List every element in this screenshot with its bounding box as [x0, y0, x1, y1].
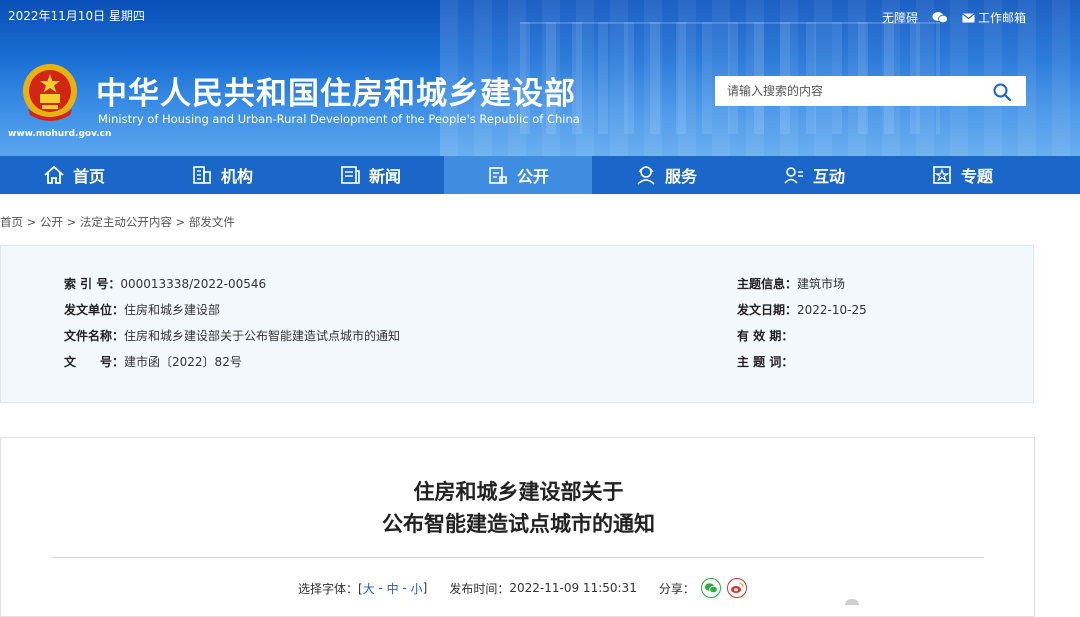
info-date-label: 发文日期： — [737, 303, 798, 317]
nav-item-interaction[interactable]: 互动 — [740, 156, 888, 194]
nav-item-news[interactable]: 新闻 — [296, 156, 444, 194]
info-filename: 文件名称：住房和城乡建设部关于公布智能建造试点城市的通知 — [64, 327, 400, 344]
nav-item-topic[interactable]: 专题 — [888, 156, 1036, 194]
info-issuer-label: 发文单位： — [64, 303, 125, 317]
font-size-medium[interactable]: 中 — [387, 580, 399, 597]
search-input[interactable] — [725, 77, 989, 105]
scroll-indicator — [845, 599, 859, 605]
accessibility-link[interactable]: 无障碍 — [882, 9, 918, 26]
info-valid: 有 效 期： — [737, 327, 793, 344]
font-size-large[interactable]: 大 — [363, 580, 375, 597]
national-emblem-icon — [23, 64, 77, 121]
publish-time: 2022-11-09 11:50:31 — [509, 581, 637, 595]
info-topic-value: 建筑市场 — [797, 277, 846, 291]
info-date: 发文日期：2022-10-25 — [737, 301, 867, 318]
breadcrumb[interactable]: 首页 > 公开 > 法定主动公开内容 > 部发文件 — [0, 214, 235, 230]
info-topic-label: 主题信息： — [737, 277, 798, 291]
wechat-icon[interactable] — [932, 11, 948, 24]
current-date: 2022年11月10日 星期四 — [8, 9, 145, 23]
building-icon — [193, 166, 211, 184]
site-title[interactable]: 中华人民共和国住房和城乡建设部 — [96, 68, 576, 113]
service-icon — [637, 166, 655, 185]
info-filename-value: 住房和城乡建设部关于公布智能建造试点城市的通知 — [124, 329, 401, 343]
topic-icon — [933, 166, 951, 184]
info-keyword: 主 题 词： — [737, 353, 793, 370]
mail-label: 工作邮箱 — [977, 11, 1026, 25]
nav-label-news: 新闻 — [368, 167, 401, 186]
document-info-box: 索 引 号：000013338/2022-00546 发文单位：住房和城乡建设部… — [0, 245, 1034, 403]
article-meta: 选择字体：[ 大 - 中 - 小 ] 发布时间： 2022-11-09 11:5… — [298, 578, 747, 598]
site-subtitle: Ministry of Housing and Urban-Rural Deve… — [98, 112, 580, 126]
nav-label-organization: 机构 — [220, 167, 253, 186]
info-index-label: 索 引 号： — [64, 277, 121, 291]
font-size-small[interactable]: 小 — [411, 580, 423, 597]
search-box — [715, 76, 1026, 106]
nav-item-organization[interactable]: 机构 — [148, 156, 296, 194]
article-panel: 住房和城乡建设部关于 公布智能建造试点城市的通知 选择字体：[ 大 - 中 - … — [0, 437, 1035, 617]
info-topic: 主题信息：建筑市场 — [737, 275, 845, 292]
share-wechat-icon[interactable] — [700, 578, 721, 598]
top-links: 无障碍 工作邮箱 — [882, 9, 1026, 26]
home-icon — [44, 165, 64, 184]
info-date-value: 2022-10-25 — [797, 303, 867, 317]
news-icon — [341, 166, 360, 184]
info-filename-label: 文件名称： — [64, 329, 125, 343]
info-issuer-value: 住房和城乡建设部 — [124, 303, 221, 317]
nav-item-home[interactable]: 首页 — [0, 156, 148, 194]
nav-label-service: 服务 — [664, 167, 697, 186]
info-keyword-label: 主 题 词： — [737, 355, 794, 369]
info-index-value: 000013338/2022-00546 — [120, 277, 267, 291]
site-header: 2022年11月10日 星期四 无障碍 工作邮箱 www.mohurd.gov.… — [0, 0, 1080, 156]
article-title-line2: 公布智能建造试点城市的通知 — [382, 512, 655, 536]
font-size-label: 选择字体：[ — [298, 581, 363, 596]
share-weibo-icon[interactable] — [726, 578, 747, 598]
nav-label-public: 公开 — [516, 167, 549, 186]
share-label: 分享： — [658, 581, 695, 596]
nav-label-topic: 专题 — [960, 167, 993, 186]
info-docno-value: 建市函〔2022〕82号 — [124, 355, 242, 369]
info-issuer: 发文单位：住房和城乡建设部 — [64, 301, 220, 318]
info-docno-label: 文 号： — [64, 355, 125, 369]
info-index: 索 引 号：000013338/2022-00546 — [64, 275, 266, 292]
title-divider — [51, 557, 984, 558]
nav-label-interaction: 互动 — [812, 167, 845, 186]
site-url: www.mohurd.gov.cn — [8, 129, 112, 139]
nav-item-service[interactable]: 服务 — [592, 156, 740, 194]
font-size-end: ] — [422, 581, 428, 595]
nav-label-home: 首页 — [72, 167, 105, 186]
info-docno: 文 号：建市函〔2022〕82号 — [64, 353, 242, 370]
article-title-line1: 住房和城乡建设部关于 — [413, 480, 624, 504]
mail-link[interactable]: 工作邮箱 — [962, 9, 1026, 26]
nav-item-public[interactable]: 公开 — [444, 156, 592, 194]
search-icon[interactable] — [992, 82, 1012, 102]
mail-icon — [962, 12, 975, 22]
main-nav: 首页 机构 新闻 公开 服务 互动 专题 — [0, 156, 1080, 194]
document-icon — [489, 167, 507, 184]
info-valid-label: 有 效 期： — [737, 329, 794, 343]
interact-icon — [784, 167, 803, 184]
publish-time-label: 发布时间： — [449, 581, 510, 596]
